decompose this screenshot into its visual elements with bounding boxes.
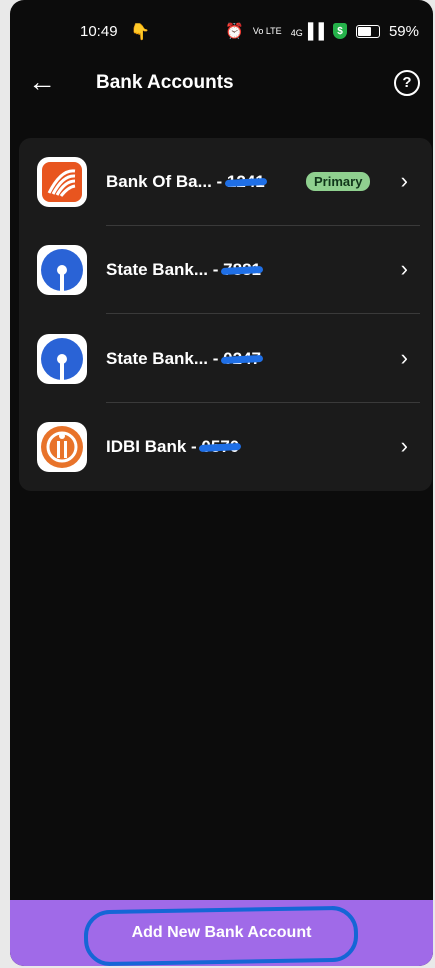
status-icons: ⏰ Vo LTE 4G▐▐ $ 59%: [225, 22, 419, 41]
phone-screen: 10:49 👇 ⏰ Vo LTE 4G▐▐ $ 59% ← Bank Accou…: [10, 0, 433, 966]
account-row-1[interactable]: Bank Of Ba... - 1241 Primary ›: [19, 138, 432, 226]
account-row-3[interactable]: State Bank... - 0247 ›: [19, 315, 432, 403]
add-button-label: Add New Bank Account: [131, 924, 312, 941]
account-name: Bank Of Ba... - 1241: [106, 172, 265, 191]
bank-accounts-list: Bank Of Ba... - 1241 Primary › State Ban…: [19, 138, 432, 491]
account-name: State Bank... - 7881: [106, 260, 261, 279]
masked-account-number: 7881: [223, 260, 261, 279]
account-row-2[interactable]: State Bank... - 7881 ›: [19, 226, 432, 314]
alarm-icon: ⏰: [225, 23, 244, 40]
idbi-logo: [37, 422, 87, 472]
signal-icon: 4G▐▐: [290, 22, 324, 40]
account-row-4[interactable]: IDBI Bank - 0570 ›: [19, 403, 432, 491]
app-header: ← Bank Accounts ?: [10, 64, 433, 104]
page-title: Bank Accounts: [96, 72, 234, 93]
chevron-right-icon: ›: [400, 168, 408, 193]
status-bar: 10:49 👇 ⏰ Vo LTE 4G▐▐ $ 59%: [10, 0, 433, 64]
shield-dollar-icon: $: [332, 23, 347, 39]
battery-fill: [357, 26, 371, 36]
chevron-right-icon: ›: [400, 433, 408, 458]
bank-of-baroda-logo: [37, 157, 87, 207]
account-name: State Bank... - 0247: [106, 349, 261, 368]
masked-account-number: 0247: [223, 349, 261, 368]
help-icon[interactable]: ?: [394, 70, 420, 96]
battery-percent: 59%: [388, 22, 419, 40]
status-time: 10:49: [80, 23, 118, 40]
primary-badge: Primary: [306, 172, 371, 191]
back-arrow-icon[interactable]: ←: [28, 64, 56, 100]
battery-icon: [355, 24, 380, 38]
masked-account-number: 0570: [201, 437, 240, 456]
sbi-logo: [37, 334, 87, 384]
masked-account-number: 1241: [226, 172, 265, 191]
sbi-logo: [37, 245, 87, 295]
carrier-icon: 👇: [130, 24, 150, 41]
add-new-bank-account-button[interactable]: Add New Bank Account: [10, 900, 433, 966]
chevron-right-icon: ›: [400, 256, 408, 281]
divider: [106, 313, 420, 314]
chevron-right-icon: ›: [400, 345, 408, 370]
volte-icon: Vo LTE: [252, 25, 282, 36]
account-name: IDBI Bank - 0570: [106, 437, 240, 456]
